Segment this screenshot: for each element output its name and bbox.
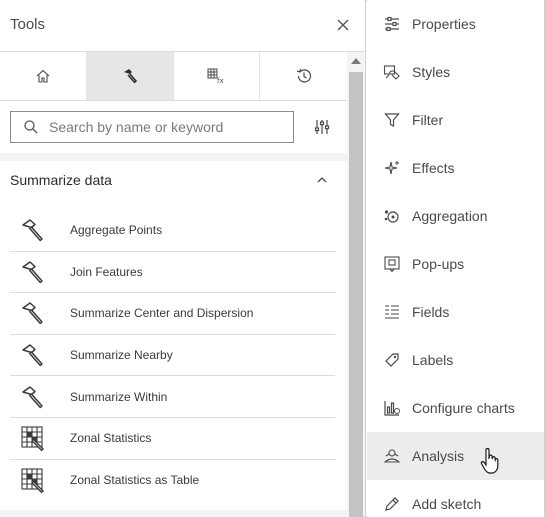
side-item-labels[interactable]: Labels — [367, 336, 544, 384]
tool-item[interactable]: Aggregate Points — [10, 210, 335, 252]
tool-label: Zonal Statistics — [70, 431, 152, 446]
side-item-label: Filter — [412, 112, 444, 128]
tool-item[interactable]: Summarize Nearby — [10, 335, 335, 377]
section-title: Summarize data — [10, 172, 112, 188]
chevron-up-icon[interactable] — [316, 175, 328, 185]
tools-header: Tools — [0, 0, 365, 52]
fields-icon — [383, 303, 401, 321]
close-icon — [337, 19, 349, 31]
side-item-configure-charts[interactable]: Configure charts — [367, 384, 544, 432]
panel-title: Tools — [10, 16, 46, 33]
tool-label: Summarize Center and Dispersion — [70, 306, 254, 321]
raster-tool-icon — [20, 425, 46, 452]
list-footer-strip — [0, 510, 347, 517]
side-item-filter[interactable]: Filter — [367, 96, 544, 144]
tool-label: Join Features — [70, 264, 143, 279]
tab-home[interactable] — [0, 52, 87, 100]
search-icon — [23, 119, 39, 135]
svg-text:fx: fx — [217, 77, 224, 85]
side-item-label: Configure charts — [412, 400, 515, 416]
sliders-icon — [383, 15, 401, 33]
tool-item[interactable]: Summarize Center and Dispersion — [10, 293, 335, 335]
side-item-label: Fields — [412, 304, 450, 320]
tab-history[interactable] — [260, 52, 347, 100]
settings-side-panel: Properties Styles Filter Effects Aggregation… — [367, 0, 544, 517]
tool-item[interactable]: Zonal Statistics as Table — [10, 460, 335, 502]
tools-tabbar: fx — [0, 52, 347, 101]
tab-tools[interactable] — [86, 52, 174, 100]
side-item-aggregation[interactable]: Aggregation — [367, 192, 544, 240]
tool-list: Aggregate Points Join Features Summarize C… — [10, 210, 335, 501]
aggregation-icon — [383, 207, 401, 225]
label-tag-icon — [383, 351, 401, 369]
home-icon — [36, 69, 50, 83]
chart-icon — [383, 399, 401, 417]
search-row — [0, 101, 347, 153]
pencil-icon — [383, 495, 401, 513]
tool-label: Aggregate Points — [70, 223, 163, 238]
analysis-icon — [383, 447, 401, 465]
side-item-pop-ups[interactable]: Pop-ups — [367, 240, 544, 288]
styles-icon — [383, 63, 401, 81]
tool-label: Summarize Nearby — [70, 348, 173, 363]
side-item-styles[interactable]: Styles — [367, 48, 544, 96]
side-item-properties[interactable]: Properties — [367, 0, 544, 48]
side-item-label: Properties — [412, 16, 476, 32]
scrollbar-thumb[interactable] — [349, 72, 363, 517]
side-item-fields[interactable]: Fields — [367, 288, 544, 336]
search-box[interactable] — [10, 111, 294, 143]
side-item-label: Add sketch — [412, 496, 482, 512]
tool-item[interactable]: Join Features — [10, 252, 335, 294]
history-icon — [296, 68, 311, 83]
tool-item[interactable]: Zonal Statistics — [10, 418, 335, 460]
tool-item[interactable]: Summarize Within — [10, 376, 335, 418]
search-input[interactable] — [49, 119, 279, 135]
side-item-label: Styles — [412, 64, 451, 80]
sparkle-icon — [383, 159, 401, 177]
close-button[interactable] — [333, 15, 353, 35]
side-item-analysis[interactable]: Analysis — [367, 432, 544, 480]
popup-icon — [383, 255, 401, 273]
side-item-add-sketch[interactable]: Add sketch — [367, 480, 544, 517]
hammer-icon — [20, 259, 46, 285]
filter-settings-button[interactable] — [312, 117, 332, 137]
tool-label: Zonal Statistics as Table — [70, 473, 200, 488]
hammer-icon — [20, 217, 46, 243]
tools-panel: Tools fx Search by name or keyword Summa… — [0, 0, 366, 517]
section-divider — [0, 153, 347, 161]
tool-label: Summarize Within — [70, 389, 168, 404]
side-item-label: Pop-ups — [412, 256, 465, 272]
tab-raster-functions[interactable]: fx — [174, 52, 261, 100]
sliders-icon — [314, 120, 330, 134]
side-item-label: Effects — [412, 160, 455, 176]
hammer-icon — [20, 300, 46, 326]
side-item-effects[interactable]: Effects — [367, 144, 544, 192]
side-item-label: Aggregation — [412, 208, 488, 224]
hammer-icon — [123, 69, 137, 84]
raster-tool-icon — [20, 467, 46, 494]
hammer-icon — [20, 342, 46, 368]
side-item-label: Labels — [412, 352, 454, 368]
scrollbar[interactable] — [347, 52, 365, 517]
hammer-icon — [20, 384, 46, 410]
function-grid-icon: fx — [207, 68, 224, 85]
filter-icon — [383, 111, 401, 129]
section-header-summarize-data[interactable]: Summarize data — [0, 161, 347, 199]
side-item-label: Analysis — [412, 448, 465, 464]
scroll-up-arrow-icon[interactable] — [351, 58, 361, 64]
